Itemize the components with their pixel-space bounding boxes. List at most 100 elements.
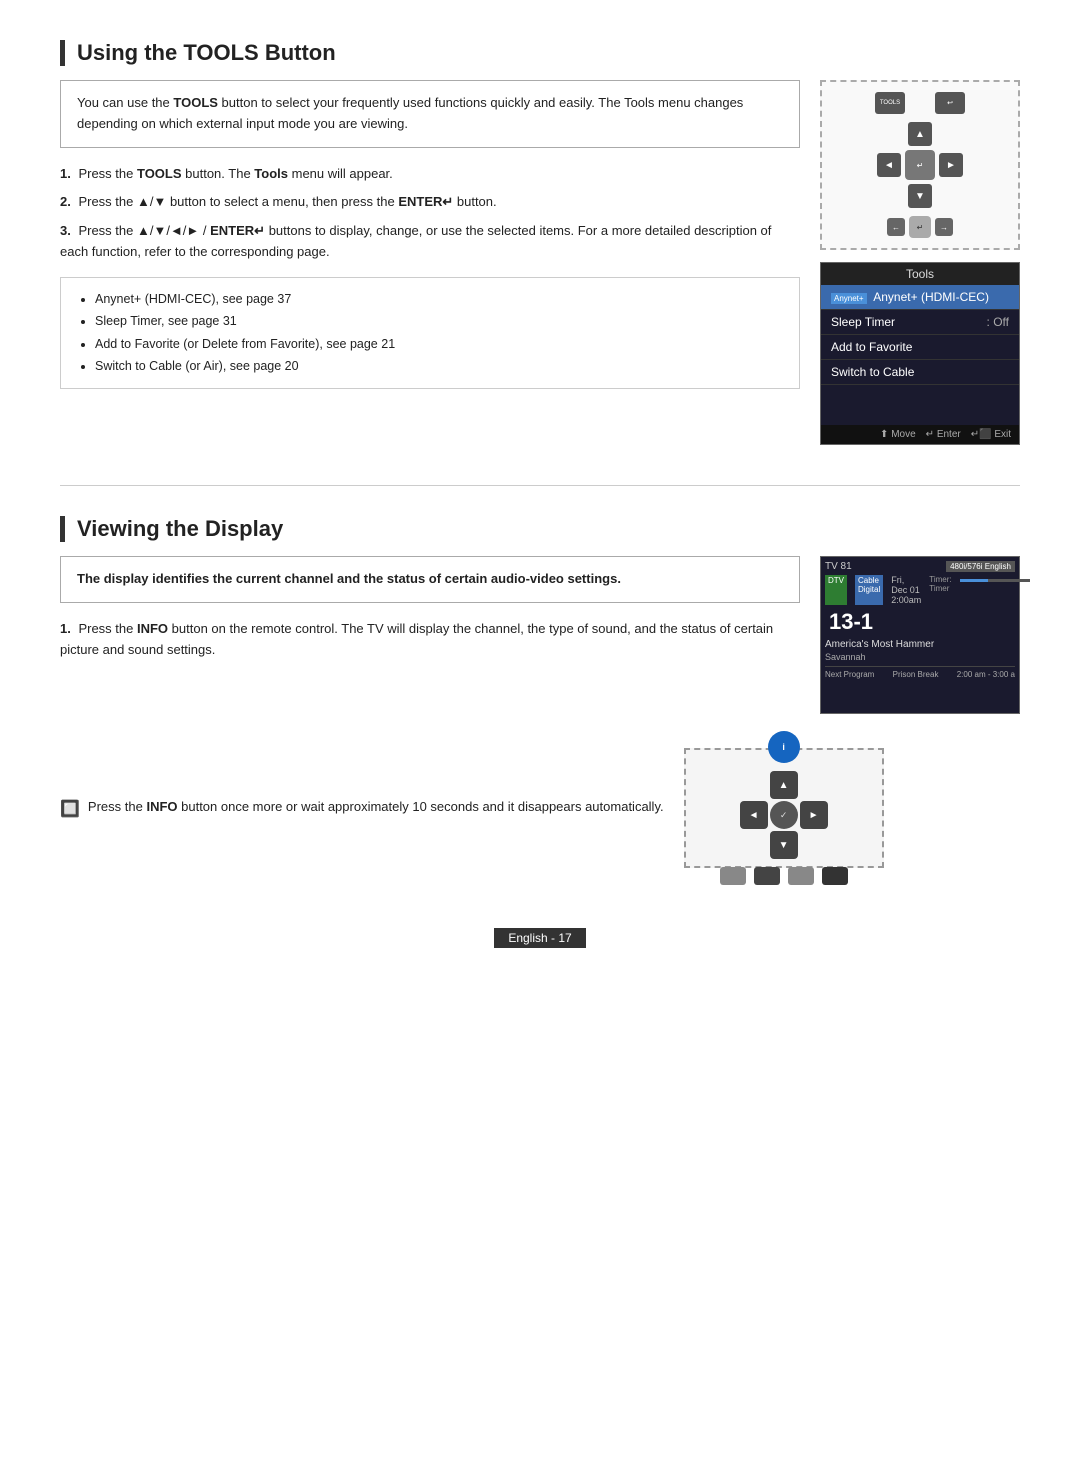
note-with-image: 🔲 Press the INFO button once more or wai… [60, 748, 884, 868]
tv-time-range: 2:00 am - 3:00 a [957, 670, 1015, 679]
note-icon: 🔲 [60, 799, 80, 819]
footer-page-label: English - 17 [494, 928, 585, 948]
tools-menu-item-2-label: Sleep Timer [831, 315, 895, 329]
section1-title: Using the TOOLS Button [60, 40, 1020, 66]
tv-next-program: Next Program Prison Break 2:00 am - 3:00… [825, 666, 1015, 679]
tools-menu-widget: Tools Anynet+ Anynet+ (HDMI-CEC) Sleep T… [820, 262, 1020, 445]
side-btn-2: ↵ [909, 216, 931, 238]
section1-info-box: You can use the TOOLS button to select y… [60, 80, 800, 148]
dpad-empty-br [936, 184, 960, 208]
tools-button: TOOLS [875, 92, 905, 114]
dpad-empty-tr [936, 122, 960, 146]
note-and-remote: 🔲 Press the INFO button once more or wai… [60, 748, 884, 868]
dpad-right-btn: ► [800, 801, 828, 829]
section-divider [60, 485, 1020, 486]
tools-menu-item-2-value: : Off [987, 315, 1009, 329]
footer-enter: ↵ Enter [926, 429, 961, 440]
dpad-center-btn: ✓ [770, 801, 798, 829]
section1-text-col: You can use the TOOLS button to select y… [60, 80, 800, 399]
bullet-item-3: Add to Favorite (or Delete from Favorite… [95, 333, 783, 356]
tv-progress-bar-label [960, 575, 1030, 605]
section1-image-col: TOOLS ↩ ▲ ◄ ↵ ► ▼ [820, 80, 1020, 445]
tv-show-desc: Savannah [825, 652, 1015, 662]
section2-info-box: The display identifies the current chann… [60, 556, 800, 603]
footer-move: ⬆ Move [880, 429, 916, 440]
return-button: ↩ [935, 92, 965, 114]
tv-drm-badge: DTV [825, 575, 847, 605]
info-remote-bottom-row [720, 867, 848, 885]
section-tools: Using the TOOLS Button You can use the T… [60, 40, 1020, 445]
dpad-empty-tl [880, 122, 904, 146]
tv-next-show: Prison Break [893, 670, 939, 679]
dpad-tl [740, 771, 768, 799]
tv-display-blank [825, 679, 1015, 709]
tv-channel-label: TV 81 [825, 561, 852, 572]
step-3: 3. Press the ▲/▼/◄/► / ENTER↵ buttons to… [60, 221, 800, 263]
steps-list: 1. Press the TOOLS button. The Tools men… [60, 164, 800, 263]
dpad-up-btn: ▲ [770, 771, 798, 799]
tools-menu-item-4: Switch to Cable [821, 360, 1019, 385]
square-btn-2 [754, 867, 780, 885]
tools-menu-item-1: Anynet+ Anynet+ (HDMI-CEC) [821, 285, 1019, 310]
tools-menu-title: Tools [821, 263, 1019, 285]
dpad-right: ► [939, 153, 963, 177]
section2-image-col: TV 81 480i/576i English DTV Cable Digita… [820, 556, 1020, 714]
dpad-up-row: ▲ [880, 122, 960, 146]
tools-menu-item-4-label: Switch to Cable [831, 365, 914, 379]
section1-intro-text: You can use the TOOLS button to select y… [77, 95, 743, 131]
footer-exit: ↵⬛ Exit [971, 429, 1011, 440]
square-btn-1 [720, 867, 746, 885]
tv-time: Fri, Dec 01 2:00am [891, 575, 921, 605]
anynet-badge: Anynet+ [831, 293, 867, 304]
tv-channel-number: 13-1 [825, 607, 1015, 637]
note-text-block: 🔲 Press the INFO button once more or wai… [60, 797, 664, 819]
info-remote-image: i ▲ ◄ ✓ ► ▼ [684, 748, 884, 868]
bullet-item-4: Switch to Cable (or Air), see page 20 [95, 355, 783, 378]
section2-step-1: 1. Press the INFO button on the remote c… [60, 619, 800, 661]
section1-bullets: Anynet+ (HDMI-CEC), see page 37 Sleep Ti… [60, 277, 800, 389]
section2-steps-list: 1. Press the INFO button on the remote c… [60, 619, 800, 661]
dpad-down: ▼ [908, 184, 932, 208]
section2-text-col: The display identifies the current chann… [60, 556, 800, 674]
section2-intro-text: The display identifies the current chann… [77, 571, 621, 586]
bullet-item-2: Sleep Timer, see page 31 [95, 310, 783, 333]
side-buttons-row: ← ↵ → [887, 216, 953, 238]
dpad-empty-bl [880, 184, 904, 208]
page-footer: English - 17 [60, 928, 1020, 948]
square-btn-3 [788, 867, 814, 885]
tv-resolution-badge: 480i/576i English [946, 561, 1015, 572]
dpad-mid-row: ◄ ↵ ► [877, 150, 963, 180]
dpad-up: ▲ [908, 122, 932, 146]
info-remote-dpad: ▲ ◄ ✓ ► ▼ [740, 771, 828, 859]
dpad-down-btn: ▼ [770, 831, 798, 859]
section2-note-row: 🔲 Press the INFO button once more or wai… [60, 728, 1020, 868]
side-btn-1: ← [887, 218, 905, 236]
bullet-list: Anynet+ (HDMI-CEC), see page 37 Sleep Ti… [77, 288, 783, 378]
tools-menu-item-1-label: Anynet+ Anynet+ (HDMI-CEC) [831, 290, 989, 304]
tools-menu-item-3: Add to Favorite [821, 335, 1019, 360]
tv-progress-label: Timer: Timer [929, 575, 951, 605]
info-remote-dpad-row: ▲ ◄ ✓ ► ▼ [740, 771, 828, 859]
tv-show-name: America's Most Hammer [825, 639, 1015, 650]
tools-menu-blank [821, 385, 1019, 425]
dpad-left: ◄ [877, 153, 901, 177]
dpad-left-btn: ◄ [740, 801, 768, 829]
tools-menu-item-2: Sleep Timer : Off [821, 310, 1019, 335]
info-remote-info-btn: i [768, 731, 800, 763]
dpad-br [800, 831, 828, 859]
tv-info-row: DTV Cable Digital Fri, Dec 01 2:00am Tim… [825, 575, 1015, 605]
dpad-center: ↵ [905, 150, 935, 180]
section2-content: The display identifies the current chann… [60, 556, 1020, 714]
tv-display-widget: TV 81 480i/576i English DTV Cable Digita… [820, 556, 1020, 714]
tools-menu-item-3-label: Add to Favorite [831, 340, 912, 354]
square-btn-4 [822, 867, 848, 885]
side-btn-3: → [935, 218, 953, 236]
section1-content: You can use the TOOLS button to select y… [60, 80, 1020, 445]
section-display: Viewing the Display The display identifi… [60, 516, 1020, 868]
info-remote-top-row: i [768, 731, 800, 763]
dpad-tr [800, 771, 828, 799]
tv-next-label: Next Program [825, 670, 874, 679]
dpad-bl [740, 831, 768, 859]
remote-dpad-image: TOOLS ↩ ▲ ◄ ↵ ► ▼ [820, 80, 1020, 250]
top-buttons-row: TOOLS ↩ [875, 92, 965, 114]
